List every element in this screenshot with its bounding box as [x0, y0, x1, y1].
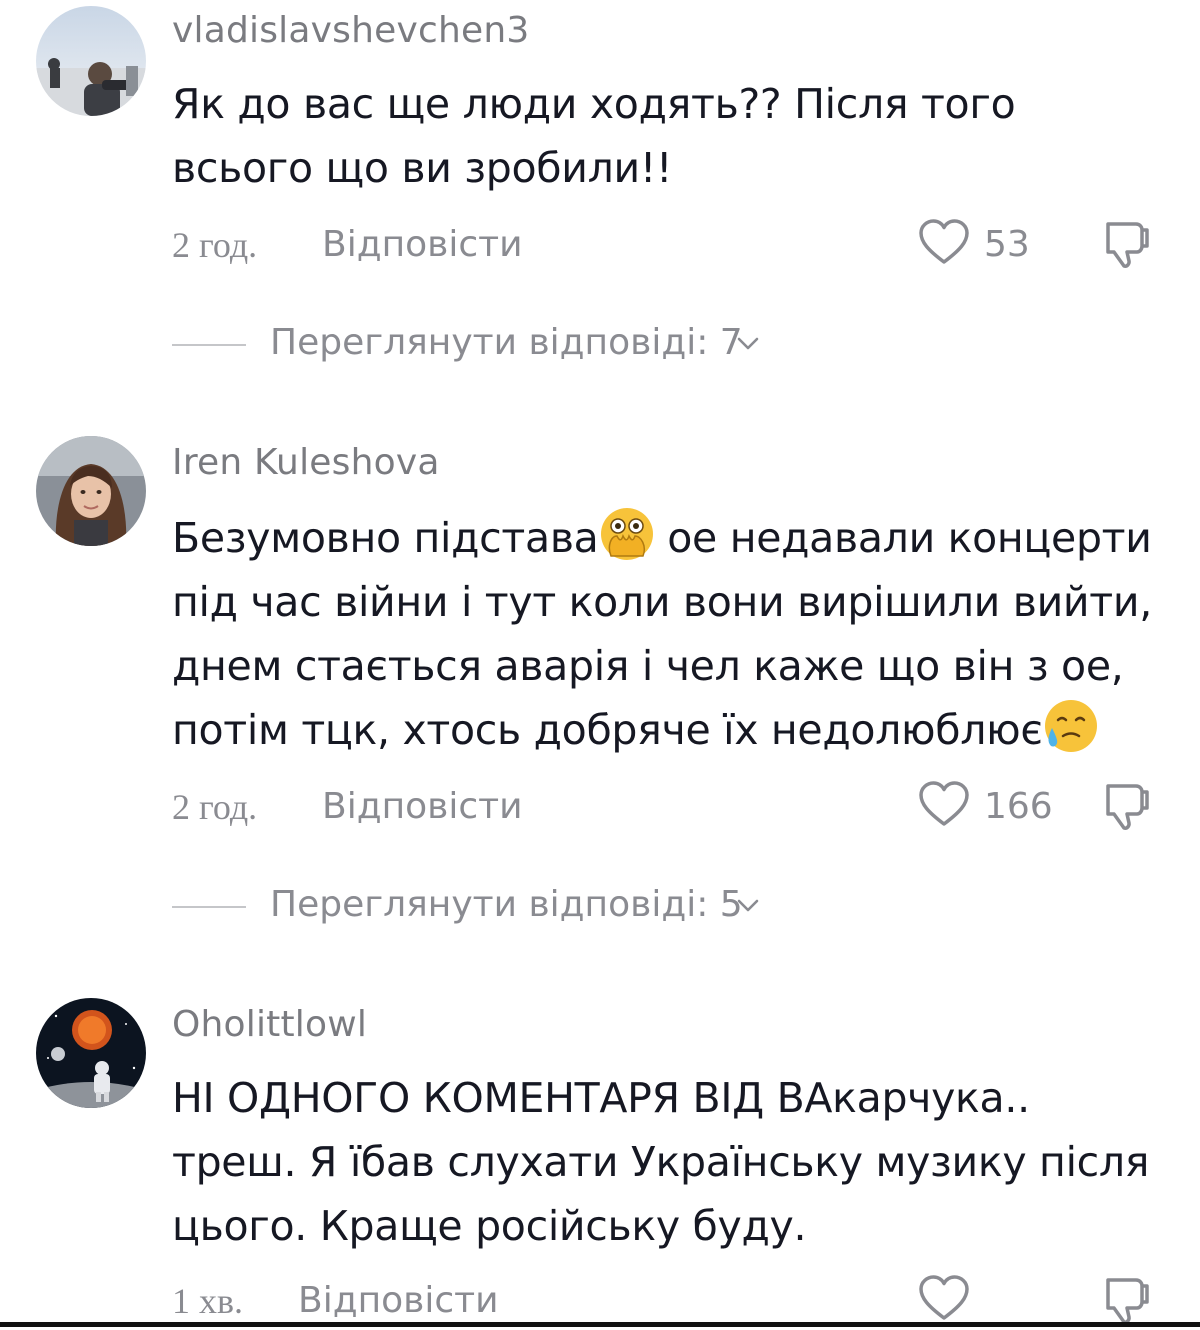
view-replies-label[interactable]: Переглянути відповіді: 5 [270, 884, 743, 925]
face-with-open-eyes-and-hand-over-mouth-emoji [600, 508, 653, 560]
avatar-image [36, 6, 146, 116]
view-replies-button[interactable]: Переглянути відповіді: 5 [172, 884, 972, 934]
thumbs-down-outline-icon[interactable] [1100, 216, 1154, 270]
replies-divider [172, 906, 246, 908]
comment-time: 2 год. [172, 787, 258, 827]
avatar-image [36, 436, 146, 546]
comment-text: Безумовно підстава ое недавали концерти … [172, 506, 1182, 762]
chevron-down-icon[interactable] [734, 892, 762, 920]
comment-text-segment: Безумовно підстава [172, 514, 599, 562]
comment-text-line: треш. Я їбав слухати Українську музику п… [172, 1138, 1150, 1186]
avatar[interactable] [36, 6, 146, 116]
like-count: 53 [984, 224, 1030, 265]
comment-meta: 2 год. Відповісти 53 [172, 219, 1172, 274]
comment-text-line: Безумовно підстава ое недавали концерти [172, 506, 1182, 570]
view-replies-label[interactable]: Переглянути відповіді: 7 [270, 322, 743, 363]
comment-text-line: Як до вас ще люди ходять?? Після того [172, 80, 1016, 128]
comment-text-line: днем стається аварія і чел каже що він з… [172, 642, 1124, 690]
comment-text: Як до вас ще люди ходять?? Після того вс… [172, 72, 1172, 200]
comment-text-line: всього що ви зробили!! [172, 144, 673, 192]
comment-text: НІ ОДНОГО КОМЕНТАРЯ ВІД ВАкарчука.. треш… [172, 1066, 1172, 1258]
avatar[interactable] [36, 436, 146, 546]
comment-text-segment: потім тцк, хтось добряче їх недолюблює [172, 706, 1043, 754]
like-count: 166 [984, 786, 1053, 827]
comment-username[interactable]: Oholittlowl [172, 1004, 367, 1045]
comment-meta: 2 год. Відповісти 166 [172, 781, 1172, 836]
sad-but-relieved-face-emoji [1044, 700, 1097, 752]
reply-button[interactable]: Відповісти [322, 786, 523, 827]
avatar[interactable] [36, 998, 146, 1108]
avatar-image [36, 998, 146, 1108]
comment-text-segment: ое недавали концерти [654, 514, 1152, 562]
comment-time: 1 хв. [172, 1281, 243, 1321]
chevron-down-icon[interactable] [734, 330, 762, 358]
thumbs-down-outline-icon[interactable] [1100, 1272, 1154, 1326]
comment-text-line: НІ ОДНОГО КОМЕНТАРЯ ВІД ВАкарчука.. [172, 1074, 1030, 1122]
heart-outline-icon[interactable] [918, 1274, 970, 1322]
comment-username[interactable]: vladislavshevchen3 [172, 10, 529, 51]
comment-text-line: потім тцк, хтось добряче їх недолюблює [172, 698, 1182, 762]
reply-button[interactable]: Відповісти [322, 224, 523, 265]
comment-time: 2 год. [172, 225, 258, 265]
comment-text-line: під час війни і тут коли вони вирішили в… [172, 578, 1152, 626]
heart-outline-icon[interactable] [918, 780, 970, 828]
thumbs-down-outline-icon[interactable] [1100, 778, 1154, 832]
heart-outline-icon[interactable] [918, 218, 970, 266]
bottom-border [0, 1322, 1200, 1327]
comment-text-line: цього. Краще російську буду. [172, 1202, 807, 1250]
reply-button[interactable]: Відповісти [298, 1280, 499, 1321]
replies-divider [172, 344, 246, 346]
comment-username[interactable]: Iren Kuleshova [172, 442, 440, 483]
view-replies-button[interactable]: Переглянути відповіді: 7 [172, 322, 972, 372]
